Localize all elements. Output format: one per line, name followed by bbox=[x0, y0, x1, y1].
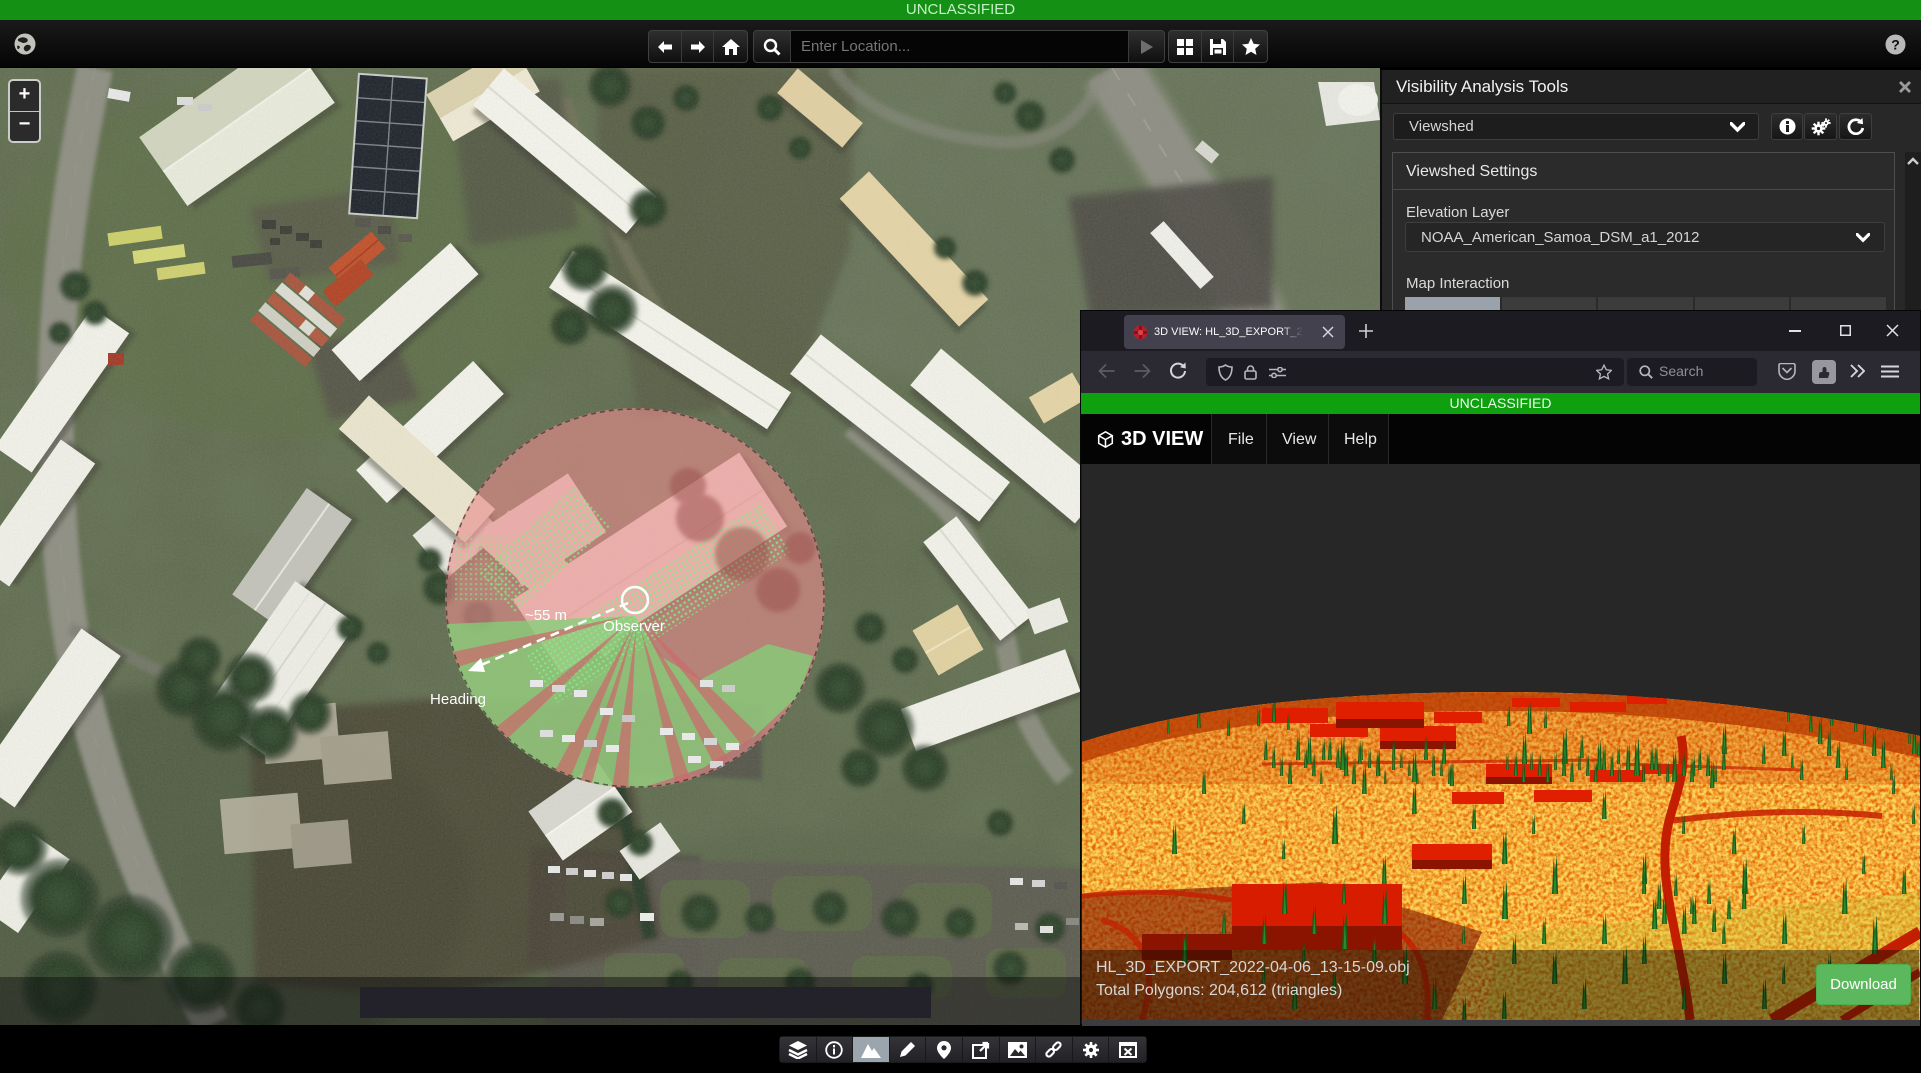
svg-text:?: ? bbox=[1891, 37, 1900, 53]
svg-text:~55 m: ~55 m bbox=[525, 607, 567, 624]
svg-text:Heading: Heading bbox=[430, 691, 486, 708]
svg-text:Observer: Observer bbox=[603, 618, 665, 635]
